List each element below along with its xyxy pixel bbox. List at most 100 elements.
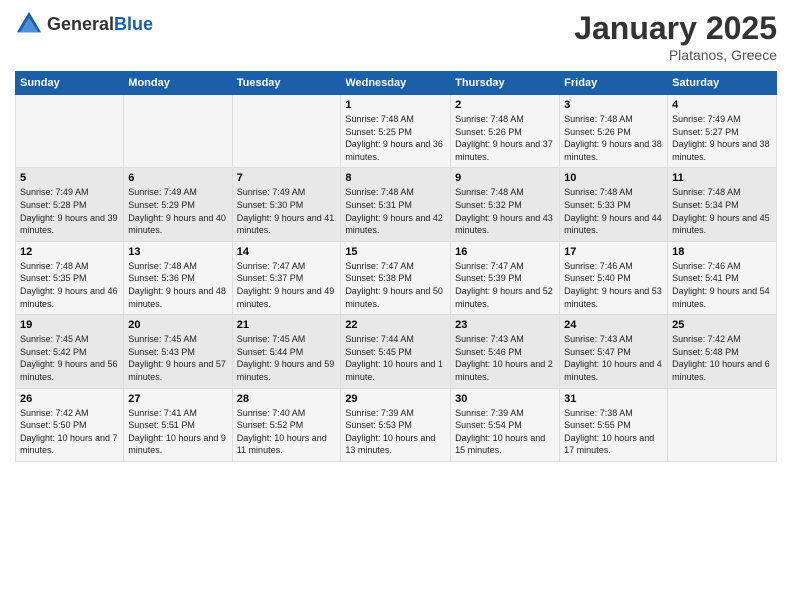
day-content: Sunrise: 7:48 AM Sunset: 5:33 PM Dayligh… xyxy=(564,186,663,236)
table-row: 8 Sunrise: 7:48 AM Sunset: 5:31 PM Daylig… xyxy=(341,168,451,241)
day-content: Sunrise: 7:49 AM Sunset: 5:30 PM Dayligh… xyxy=(237,186,337,236)
day-number: 3 xyxy=(564,99,663,111)
day-content: Sunrise: 7:48 AM Sunset: 5:31 PM Dayligh… xyxy=(345,186,446,236)
calendar-week-row: 19 Sunrise: 7:45 AM Sunset: 5:42 PM Dayli… xyxy=(16,315,777,388)
day-content: Sunrise: 7:47 AM Sunset: 5:38 PM Dayligh… xyxy=(345,260,446,310)
day-number: 1 xyxy=(345,99,446,111)
day-number: 25 xyxy=(672,319,772,331)
weekday-header-row: Sunday Monday Tuesday Wednesday Thursday… xyxy=(16,72,777,95)
day-content: Sunrise: 7:38 AM Sunset: 5:55 PM Dayligh… xyxy=(564,407,663,457)
table-row: 29 Sunrise: 7:39 AM Sunset: 5:53 PM Dayli… xyxy=(341,388,451,461)
table-row: 28 Sunrise: 7:40 AM Sunset: 5:52 PM Dayli… xyxy=(232,388,341,461)
day-number: 26 xyxy=(20,393,119,405)
day-content: Sunrise: 7:48 AM Sunset: 5:34 PM Dayligh… xyxy=(672,186,772,236)
table-row: 26 Sunrise: 7:42 AM Sunset: 5:50 PM Dayli… xyxy=(16,388,124,461)
day-number: 10 xyxy=(564,172,663,184)
calendar-week-row: 12Sunrise: 7:48 AM Sunset: 5:35 PM Dayli… xyxy=(16,241,777,314)
day-content: Sunrise: 7:46 AM Sunset: 5:41 PM Dayligh… xyxy=(672,260,772,310)
day-number: 5 xyxy=(20,172,119,184)
table-row: 23 Sunrise: 7:43 AM Sunset: 5:46 PM Dayli… xyxy=(451,315,560,388)
table-row: 30 Sunrise: 7:39 AM Sunset: 5:54 PM Dayli… xyxy=(451,388,560,461)
day-content: Sunrise: 7:45 AM Sunset: 5:42 PM Dayligh… xyxy=(20,333,119,383)
header-friday: Friday xyxy=(560,72,668,95)
day-content: Sunrise: 7:42 AM Sunset: 5:48 PM Dayligh… xyxy=(672,333,772,383)
table-row: 10 Sunrise: 7:48 AM Sunset: 5:33 PM Dayli… xyxy=(560,168,668,241)
table-row: 7 Sunrise: 7:49 AM Sunset: 5:30 PM Daylig… xyxy=(232,168,341,241)
logo-text: GeneralBlue xyxy=(47,14,153,35)
day-number: 17 xyxy=(564,246,663,258)
day-number: 16 xyxy=(455,246,555,258)
day-content: Sunrise: 7:43 AM Sunset: 5:46 PM Dayligh… xyxy=(455,333,555,383)
calendar-week-row: 26 Sunrise: 7:42 AM Sunset: 5:50 PM Dayli… xyxy=(16,388,777,461)
table-row xyxy=(232,95,341,168)
day-content: Sunrise: 7:48 AM Sunset: 5:26 PM Dayligh… xyxy=(564,113,663,163)
day-number: 7 xyxy=(237,172,337,184)
day-number: 14 xyxy=(237,246,337,258)
day-content: Sunrise: 7:46 AM Sunset: 5:40 PM Dayligh… xyxy=(564,260,663,310)
location-title: Platanos, Greece xyxy=(574,47,777,63)
day-content: Sunrise: 7:43 AM Sunset: 5:47 PM Dayligh… xyxy=(564,333,663,383)
header-wednesday: Wednesday xyxy=(341,72,451,95)
day-number: 6 xyxy=(128,172,227,184)
table-row: 31 Sunrise: 7:38 AM Sunset: 5:55 PM Dayli… xyxy=(560,388,668,461)
day-content: Sunrise: 7:48 AM Sunset: 5:32 PM Dayligh… xyxy=(455,186,555,236)
logo-blue: Blue xyxy=(114,14,153,34)
day-content: Sunrise: 7:39 AM Sunset: 5:54 PM Dayligh… xyxy=(455,407,555,457)
day-number: 22 xyxy=(345,319,446,331)
table-row: 27Sunrise: 7:41 AM Sunset: 5:51 PM Dayli… xyxy=(124,388,232,461)
table-row: 4 Sunrise: 7:49 AM Sunset: 5:27 PM Daylig… xyxy=(668,95,777,168)
day-number: 2 xyxy=(455,99,555,111)
header: GeneralBlue January 2025 Platanos, Greec… xyxy=(15,10,777,63)
table-row: 6 Sunrise: 7:49 AM Sunset: 5:29 PM Daylig… xyxy=(124,168,232,241)
day-number: 11 xyxy=(672,172,772,184)
page-container: GeneralBlue January 2025 Platanos, Greec… xyxy=(0,0,792,472)
table-row xyxy=(16,95,124,168)
logo-general: General xyxy=(47,14,114,34)
header-sunday: Sunday xyxy=(16,72,124,95)
table-row: 21Sunrise: 7:45 AM Sunset: 5:44 PM Dayli… xyxy=(232,315,341,388)
calendar-week-row: 5Sunrise: 7:49 AM Sunset: 5:28 PM Daylig… xyxy=(16,168,777,241)
day-number: 8 xyxy=(345,172,446,184)
header-thursday: Thursday xyxy=(451,72,560,95)
day-number: 19 xyxy=(20,319,119,331)
title-block: January 2025 Platanos, Greece xyxy=(574,10,777,63)
table-row: 11 Sunrise: 7:48 AM Sunset: 5:34 PM Dayli… xyxy=(668,168,777,241)
table-row: 14Sunrise: 7:47 AM Sunset: 5:37 PM Dayli… xyxy=(232,241,341,314)
header-saturday: Saturday xyxy=(668,72,777,95)
day-content: Sunrise: 7:41 AM Sunset: 5:51 PM Dayligh… xyxy=(128,407,227,457)
logo-icon xyxy=(15,10,43,38)
table-row: 22Sunrise: 7:44 AM Sunset: 5:45 PM Dayli… xyxy=(341,315,451,388)
month-title: January 2025 xyxy=(574,10,777,47)
day-number: 20 xyxy=(128,319,227,331)
table-row: 5Sunrise: 7:49 AM Sunset: 5:28 PM Daylig… xyxy=(16,168,124,241)
table-row: 17 Sunrise: 7:46 AM Sunset: 5:40 PM Dayli… xyxy=(560,241,668,314)
day-content: Sunrise: 7:49 AM Sunset: 5:29 PM Dayligh… xyxy=(128,186,227,236)
table-row: 13Sunrise: 7:48 AM Sunset: 5:36 PM Dayli… xyxy=(124,241,232,314)
day-number: 9 xyxy=(455,172,555,184)
calendar-table: Sunday Monday Tuesday Wednesday Thursday… xyxy=(15,71,777,462)
day-content: Sunrise: 7:48 AM Sunset: 5:35 PM Dayligh… xyxy=(20,260,119,310)
day-content: Sunrise: 7:39 AM Sunset: 5:53 PM Dayligh… xyxy=(345,407,446,457)
day-number: 29 xyxy=(345,393,446,405)
table-row: 18 Sunrise: 7:46 AM Sunset: 5:41 PM Dayli… xyxy=(668,241,777,314)
day-number: 30 xyxy=(455,393,555,405)
table-row: 2 Sunrise: 7:48 AM Sunset: 5:26 PM Daylig… xyxy=(451,95,560,168)
table-row: 19 Sunrise: 7:45 AM Sunset: 5:42 PM Dayli… xyxy=(16,315,124,388)
day-number: 4 xyxy=(672,99,772,111)
day-number: 31 xyxy=(564,393,663,405)
day-number: 23 xyxy=(455,319,555,331)
header-tuesday: Tuesday xyxy=(232,72,341,95)
day-content: Sunrise: 7:45 AM Sunset: 5:44 PM Dayligh… xyxy=(237,333,337,383)
day-number: 28 xyxy=(237,393,337,405)
table-row: 16 Sunrise: 7:47 AM Sunset: 5:39 PM Dayli… xyxy=(451,241,560,314)
day-content: Sunrise: 7:49 AM Sunset: 5:27 PM Dayligh… xyxy=(672,113,772,163)
table-row xyxy=(668,388,777,461)
day-content: Sunrise: 7:48 AM Sunset: 5:26 PM Dayligh… xyxy=(455,113,555,163)
day-number: 18 xyxy=(672,246,772,258)
day-content: Sunrise: 7:40 AM Sunset: 5:52 PM Dayligh… xyxy=(237,407,337,457)
day-content: Sunrise: 7:42 AM Sunset: 5:50 PM Dayligh… xyxy=(20,407,119,457)
day-content: Sunrise: 7:45 AM Sunset: 5:43 PM Dayligh… xyxy=(128,333,227,383)
table-row: 9 Sunrise: 7:48 AM Sunset: 5:32 PM Daylig… xyxy=(451,168,560,241)
day-content: Sunrise: 7:48 AM Sunset: 5:36 PM Dayligh… xyxy=(128,260,227,310)
day-content: Sunrise: 7:47 AM Sunset: 5:39 PM Dayligh… xyxy=(455,260,555,310)
